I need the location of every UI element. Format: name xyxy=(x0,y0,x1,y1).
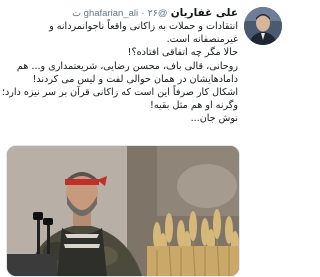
tweet-line: حالا مگر چه اتفاقی افتاده؟! xyxy=(127,47,238,59)
tweet-line: انتقادات و حملات به زاکانی واقعاً ناجوان… xyxy=(49,21,238,32)
separator: · xyxy=(141,8,145,19)
tweet-line: اشکال کار صرفاً این است که زاکانی قرآن ب… xyxy=(1,87,238,99)
tweet-line: غیرمنصفانه است. xyxy=(166,34,238,46)
avatar[interactable] xyxy=(244,7,282,45)
tweet-media[interactable] xyxy=(6,145,240,277)
profile-photo-icon xyxy=(244,7,282,45)
tweet-card: علی غفاریان @ghafarian_ali · ۲۶ ت انتقاد… xyxy=(0,0,290,277)
author-name[interactable]: علی غفاریان xyxy=(171,7,238,19)
tweet-line: دامادهایشان در همان حوالی لفت و لیس می ک… xyxy=(32,73,239,85)
tweet-line: نوش جان... xyxy=(190,113,238,125)
tweet-text: انتقادات و حملات به زاکانی واقعاً ناجوان… xyxy=(1,20,239,126)
tweet-line: روحانی، قالی باف، محسن رضایی، شریعتمداری… xyxy=(16,60,238,72)
photo-man-with-red-headband-icon xyxy=(7,146,239,276)
tweet-line: وگرنه او هم مثل بقیه! xyxy=(150,100,238,112)
tweet-header: علی غفاریان @ghafarian_ali · ۲۶ ت xyxy=(8,6,238,21)
